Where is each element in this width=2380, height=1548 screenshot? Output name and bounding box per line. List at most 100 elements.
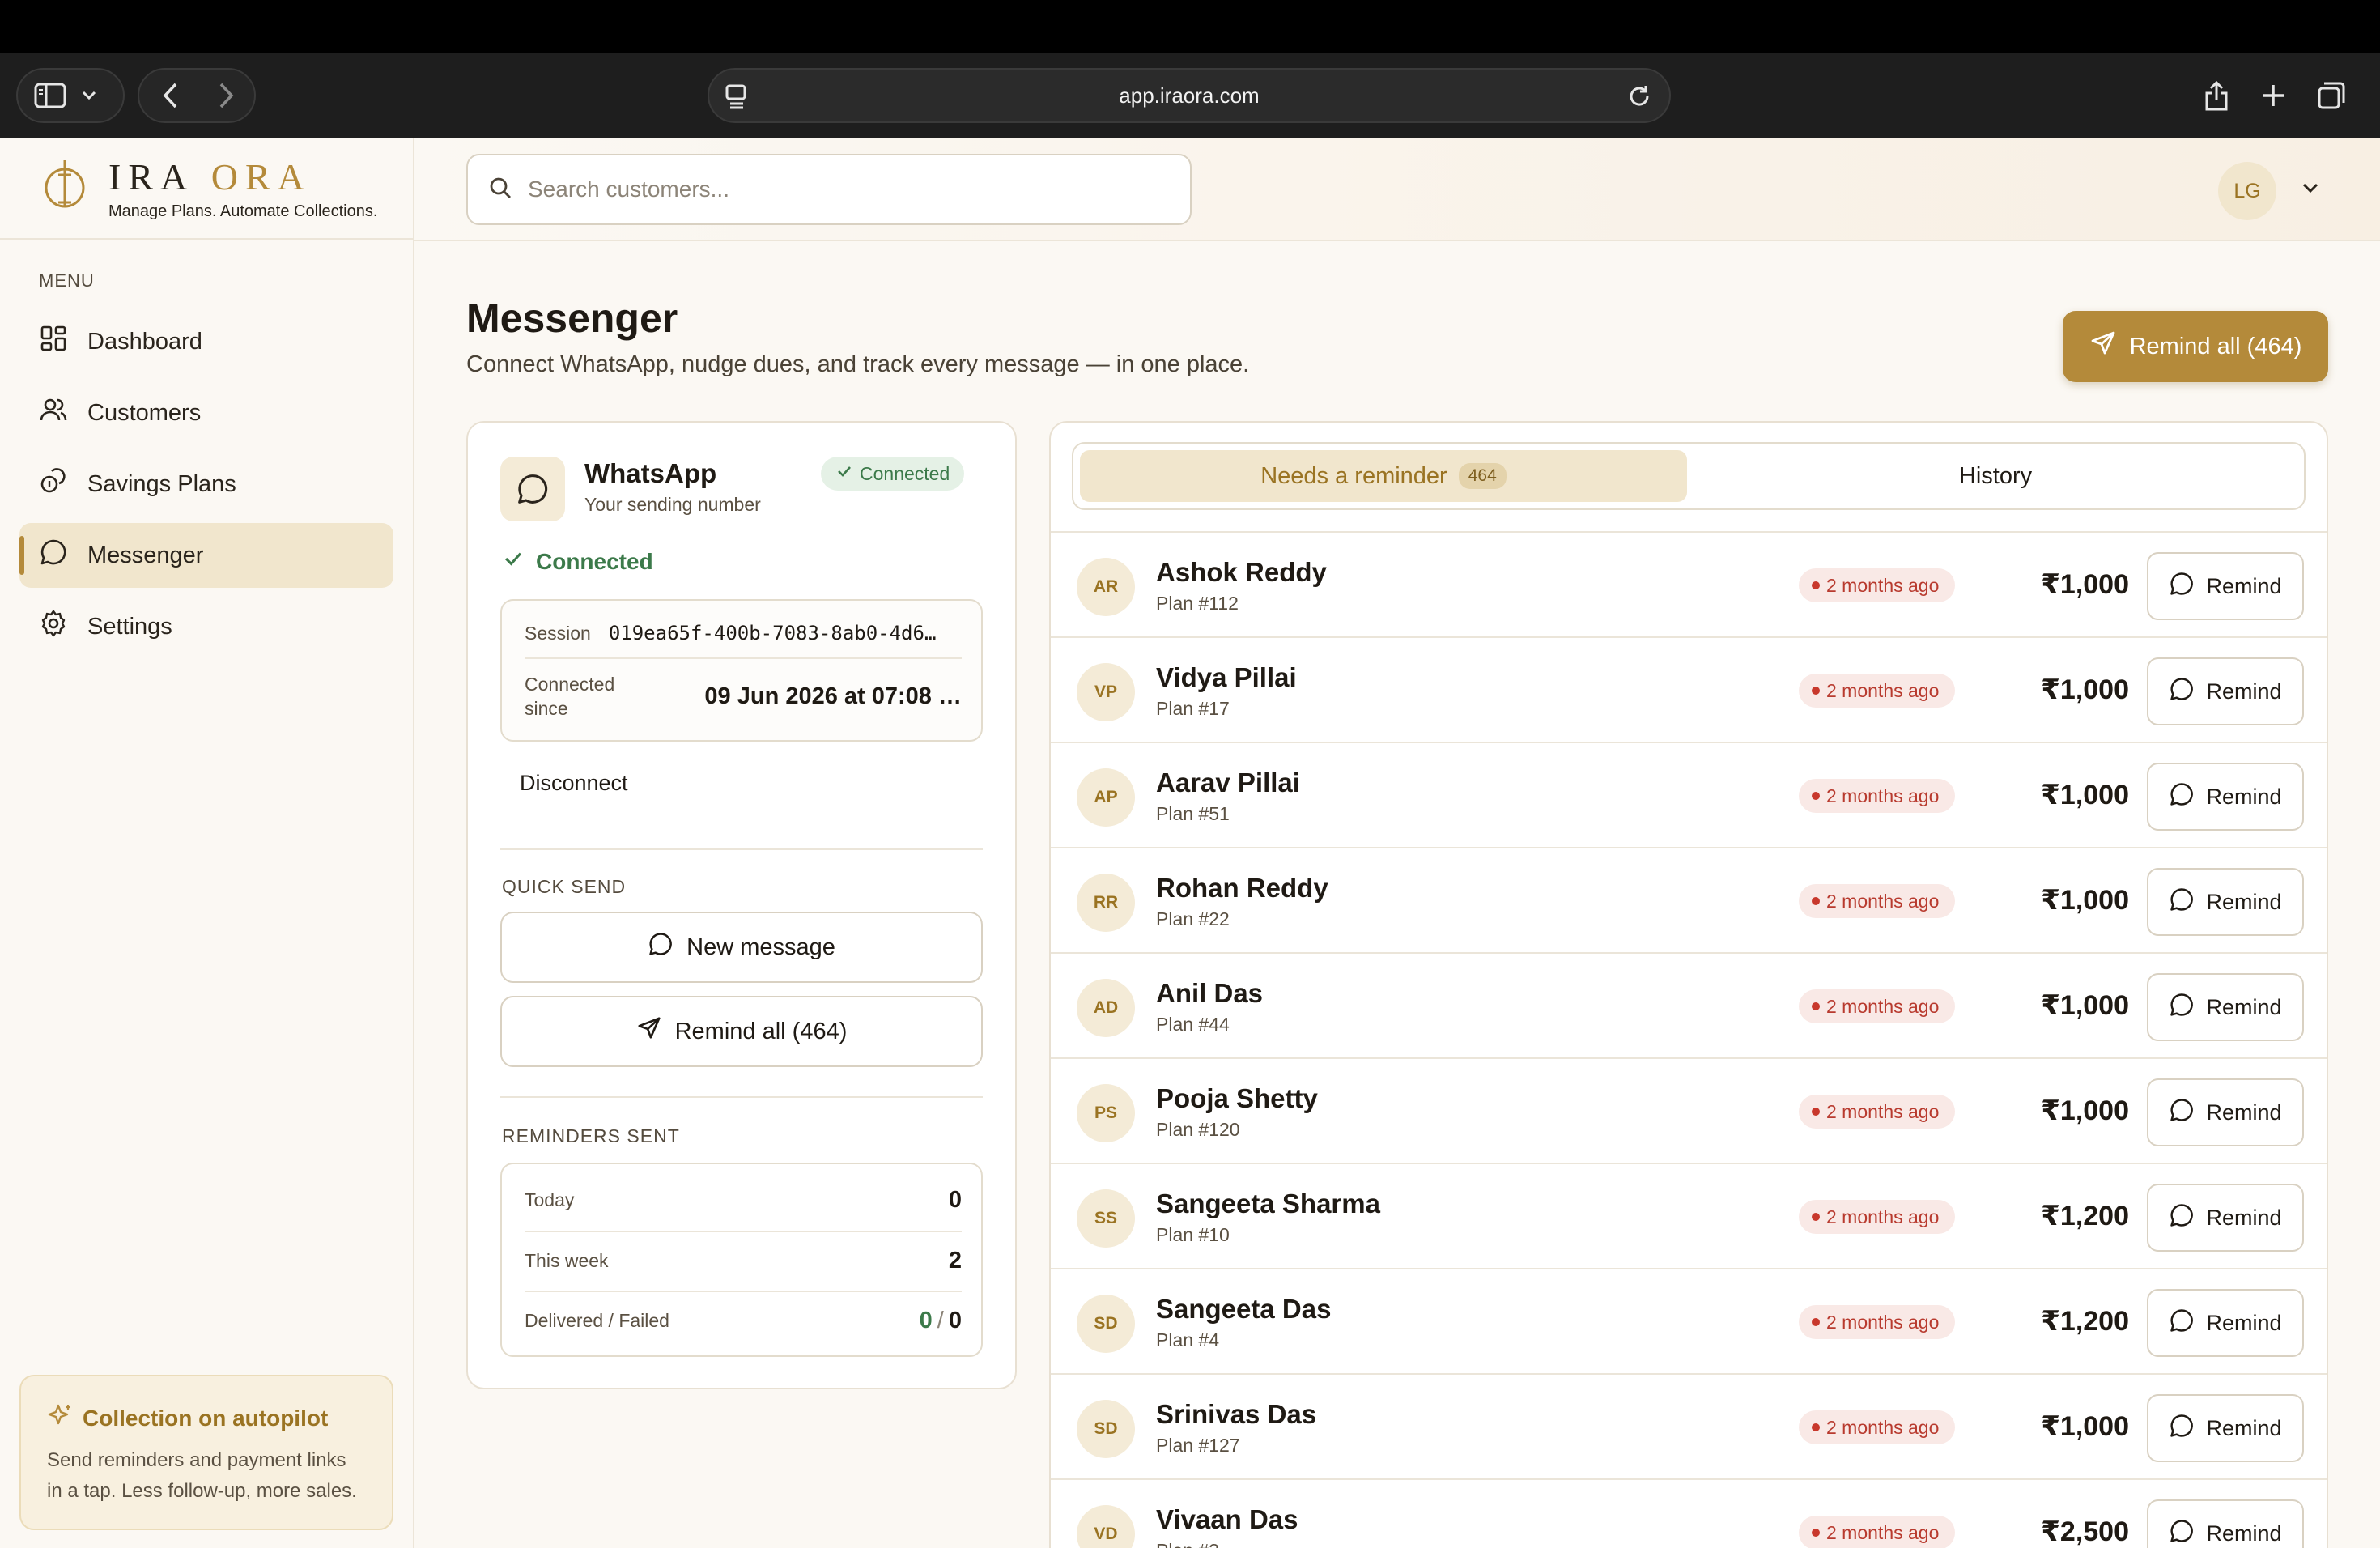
overdue-badge: 2 months ago (1799, 674, 1956, 708)
plan-number: Plan #44 (1156, 1014, 1230, 1035)
status-dot-icon (1812, 792, 1820, 800)
due-amount: ₹1,000 (2041, 885, 2129, 916)
brand-logo[interactable]: IRA ORA Manage Plans. Automate Collectio… (0, 138, 413, 240)
message-icon (2169, 1518, 2206, 1548)
session-label: Session (525, 623, 591, 644)
sidebar-toggle-group[interactable] (16, 68, 125, 123)
share-icon[interactable] (2189, 68, 2244, 123)
customer-name[interactable]: Srinivas Das (1156, 1399, 1316, 1430)
overdue-text: 2 months ago (1826, 574, 1940, 596)
table-row: VD Vivaan Das Plan #3 2 months ago ₹2,500 Rem… (1051, 1480, 2327, 1548)
customer-name[interactable]: Ashok Reddy (1156, 557, 1327, 588)
customer-name[interactable]: Anil Das (1156, 978, 1263, 1009)
customer-name[interactable]: Sangeeta Das (1156, 1294, 1331, 1325)
avatar: AP (1077, 768, 1135, 827)
overdue-badge: 2 months ago (1799, 1095, 1956, 1129)
sparkle-icon (47, 1402, 83, 1434)
address-bar[interactable]: app.iraora.com (708, 68, 1671, 123)
back-arrow-icon[interactable] (162, 82, 180, 109)
customer-name[interactable]: Vivaan Das (1156, 1504, 1298, 1535)
failed-count: 0 (948, 1307, 962, 1333)
new-tab-icon[interactable] (2246, 68, 2301, 123)
customer-name[interactable]: Vidya Pillai (1156, 662, 1297, 693)
remind-button[interactable]: Remind (2147, 763, 2304, 831)
connection-status: Connected (502, 547, 653, 576)
customer-name[interactable]: Sangeeta Sharma (1156, 1189, 1380, 1219)
table-row: AP Aarav Pillai Plan #51 2 months ago ₹1,000… (1051, 743, 2327, 848)
chevron-down-icon[interactable] (2301, 181, 2320, 198)
browser-toolbar: app.iraora.com (0, 53, 2380, 138)
avatar: RR (1077, 874, 1135, 932)
remind-button[interactable]: Remind (2147, 552, 2304, 620)
table-row: PS Pooja Shetty Plan #120 2 months ago ₹1,00… (1051, 1059, 2327, 1164)
remind-button[interactable]: Remind (2147, 1394, 2304, 1462)
plan-number: Plan #22 (1156, 908, 1230, 929)
sidebar-item-dashboard[interactable]: Dashboard (19, 309, 393, 374)
message-icon (648, 931, 686, 963)
remind-all-label: Remind all (464) (674, 1018, 848, 1044)
customer-name[interactable]: Pooja Shetty (1156, 1083, 1318, 1114)
avatar: SD (1077, 1295, 1135, 1353)
status-dot-icon (1812, 1213, 1820, 1221)
user-avatar[interactable]: LG (2218, 162, 2276, 220)
tabs-overview-icon[interactable] (2304, 68, 2359, 123)
avatar: SS (1077, 1189, 1135, 1248)
url-text[interactable]: app.iraora.com (1119, 83, 1259, 108)
sidebar-item-label: Messenger (87, 542, 204, 568)
remind-button[interactable]: Remind (2147, 1289, 2304, 1357)
autopilot-promo: Collection on autopilot Send reminders a… (19, 1375, 393, 1530)
gear-icon (39, 609, 87, 644)
new-message-label: New message (686, 933, 835, 960)
remind-button[interactable]: Remind (2147, 1499, 2304, 1548)
remind-all-secondary-button[interactable]: Remind all (464) (500, 996, 983, 1067)
remind-button[interactable]: Remind (2147, 1184, 2304, 1252)
grid-icon (39, 324, 87, 359)
whatsapp-card: WhatsApp Your sending number Connected C… (466, 421, 1017, 1389)
table-row: SD Srinivas Das Plan #127 2 months ago ₹1,00… (1051, 1375, 2327, 1480)
remind-label: Remind (2206, 1520, 2282, 1546)
remind-button[interactable]: Remind (2147, 868, 2304, 936)
message-icon (2169, 781, 2206, 813)
list-tabs: Needs a reminder 464 History (1072, 442, 2306, 510)
reload-icon[interactable] (1626, 83, 1653, 110)
sidebar-icon[interactable] (34, 83, 66, 108)
plan-number: Plan #17 (1156, 698, 1230, 719)
message-icon (2169, 571, 2206, 602)
remind-label: Remind (2206, 1099, 2282, 1125)
new-message-button[interactable]: New message (500, 912, 983, 983)
remind-button[interactable]: Remind (2147, 1078, 2304, 1146)
search-input[interactable] (528, 176, 1159, 202)
chevron-down-icon[interactable] (81, 90, 97, 101)
disconnect-button[interactable]: Disconnect (500, 763, 648, 804)
avatar: PS (1077, 1084, 1135, 1142)
sidebar-item-customers[interactable]: Customers (19, 381, 393, 445)
tab-needs-reminder[interactable]: Needs a reminder 464 (1080, 450, 1687, 502)
connected-since-label: Connected since (525, 674, 615, 719)
page-menu-icon[interactable] (724, 83, 750, 110)
customer-name[interactable]: Aarav Pillai (1156, 768, 1300, 798)
remind-all-button[interactable]: Remind all (464) (2063, 311, 2328, 382)
customer-name[interactable]: Rohan Reddy (1156, 873, 1328, 904)
remind-label: Remind (2206, 889, 2282, 914)
tab-history[interactable]: History (1692, 450, 2299, 502)
divider (500, 848, 983, 850)
plan-number: Plan #4 (1156, 1329, 1220, 1350)
due-amount: ₹1,000 (2041, 674, 2129, 705)
forward-arrow-icon[interactable] (217, 82, 235, 109)
message-icon (2169, 887, 2206, 918)
connected-since-value: 09 Jun 2026 at 07:08 … (704, 683, 962, 709)
stat-delivered-failed: Delivered / Failed 0/0 (525, 1291, 962, 1349)
stat-label: Today (525, 1189, 575, 1210)
table-row: RR Rohan Reddy Plan #22 2 months ago ₹1,000 R… (1051, 848, 2327, 954)
page-title: Messenger (466, 296, 678, 341)
sidebar-item-messenger[interactable]: Messenger (19, 523, 393, 588)
remind-button[interactable]: Remind (2147, 657, 2304, 725)
sidebar-item-label: Settings (87, 613, 172, 640)
sidebar-item-savings-plans[interactable]: Savings Plans (19, 452, 393, 517)
sidebar-item-settings[interactable]: Settings (19, 594, 393, 659)
count-badge: 464 (1458, 463, 1507, 489)
due-amount: ₹1,000 (2041, 780, 2129, 810)
remind-button[interactable]: Remind (2147, 973, 2304, 1041)
search-box[interactable] (466, 154, 1192, 225)
avatar: SD (1077, 1400, 1135, 1458)
